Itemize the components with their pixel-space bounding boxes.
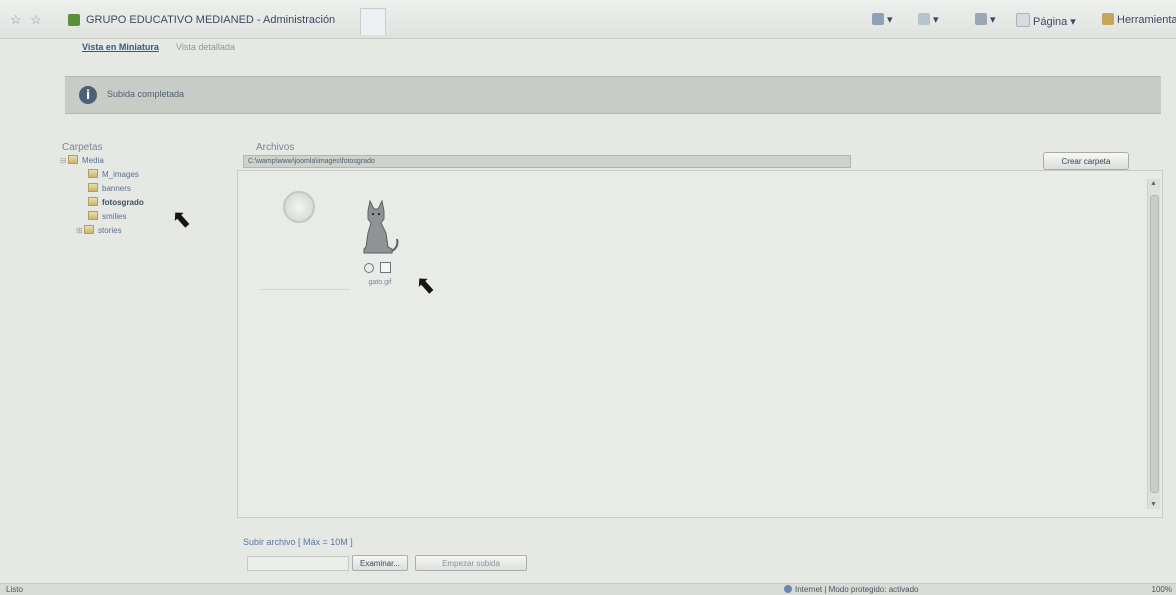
cat-image-thumbnail[interactable] — [356, 199, 400, 255]
home-button[interactable]: ▾ — [872, 13, 893, 26]
files-heading: Archivos — [256, 142, 295, 153]
tree-node-smilies[interactable]: smilies — [60, 211, 144, 225]
tree-node-fotosgrado[interactable]: fotosgrado — [60, 197, 144, 211]
tree-node-banners[interactable]: banners — [60, 183, 144, 197]
expand-icon[interactable]: ⊞ — [76, 226, 84, 235]
globe-icon — [784, 585, 792, 593]
folder-icon — [84, 225, 94, 234]
file-viewer: gato.gif ▲ ▼ — [237, 170, 1163, 518]
collapse-icon[interactable]: ⊟ — [60, 156, 68, 165]
folder-icon — [88, 197, 98, 206]
feeds-button[interactable]: ▾ — [918, 13, 939, 26]
folder-tree: ⊟ Media M_images banners fotosgrado smili… — [60, 155, 144, 239]
forward-arrow-icon[interactable]: ☆ — [30, 12, 42, 28]
browser-toolbar: ☆ ☆ GRUPO EDUCATIVO MEDIANED - Administr… — [0, 0, 1176, 39]
back-arrow-icon[interactable]: ☆ — [10, 12, 22, 28]
zoom-level[interactable]: 100% — [1152, 585, 1172, 594]
tools-gear-icon — [1102, 13, 1114, 25]
tree-node-stories[interactable]: ⊞ stories — [60, 225, 144, 239]
folder-icon — [88, 169, 98, 178]
browse-button[interactable]: Examinar... — [352, 555, 408, 571]
status-bar: Listo Internet | Modo protegido: activad… — [0, 583, 1176, 595]
tab-detailed-view[interactable]: Vista detallada — [176, 42, 235, 52]
print-button[interactable]: ▾ — [975, 13, 996, 26]
folder-icon — [88, 183, 98, 192]
start-upload-button[interactable]: Empezar subida — [415, 555, 527, 571]
security-zone[interactable]: Internet | Modo protegido: activado — [781, 585, 919, 594]
tree-node-media[interactable]: ⊟ Media — [60, 155, 144, 169]
home-icon — [872, 13, 884, 25]
folder-icon — [68, 155, 78, 164]
upload-notice: i Subida completada — [65, 76, 1161, 114]
create-folder-button[interactable]: Crear carpeta — [1043, 152, 1129, 170]
folders-heading: Carpetas — [62, 142, 103, 153]
page-icon — [1016, 13, 1030, 27]
feeds-icon — [918, 13, 930, 25]
print-icon — [975, 13, 987, 25]
new-tab-button[interactable] — [360, 8, 386, 35]
info-icon: i — [79, 86, 97, 104]
scroll-up-icon[interactable]: ▲ — [1150, 180, 1157, 187]
site-favicon-icon — [68, 14, 80, 26]
page-menu[interactable]: Página ▾ — [1016, 13, 1076, 28]
delete-radio-icon[interactable] — [364, 263, 374, 273]
upload-heading: Subir archivo [ Máx = 10M ] — [243, 537, 353, 547]
status-text: Listo — [6, 585, 23, 594]
vertical-scrollbar[interactable]: ▲ ▼ — [1147, 179, 1160, 509]
view-tabs: Vista en Miniatura Vista detallada — [0, 40, 1176, 56]
image-caption: gato.gif — [368, 279, 392, 286]
item-divider — [260, 289, 350, 290]
mouse-pointer-icon: ⬆ — [165, 202, 199, 238]
folder-path-field[interactable] — [243, 155, 851, 168]
select-image-checkbox[interactable] — [380, 262, 391, 273]
notice-message: Subida completada — [107, 89, 185, 99]
tools-menu[interactable]: Herramienta — [1102, 13, 1176, 26]
browser-tab-title[interactable]: GRUPO EDUCATIVO MEDIANED - Administració… — [86, 14, 335, 26]
image-controls — [364, 262, 391, 274]
scrollbar-thumb[interactable] — [1150, 195, 1159, 493]
upload-file-field[interactable] — [247, 556, 349, 571]
scroll-down-icon[interactable]: ▼ — [1150, 501, 1157, 508]
folder-icon — [88, 211, 98, 220]
parent-folder-icon[interactable] — [283, 191, 315, 223]
tab-thumbnail-view[interactable]: Vista en Miniatura — [82, 42, 159, 52]
tree-node-m-images[interactable]: M_images — [60, 169, 144, 183]
